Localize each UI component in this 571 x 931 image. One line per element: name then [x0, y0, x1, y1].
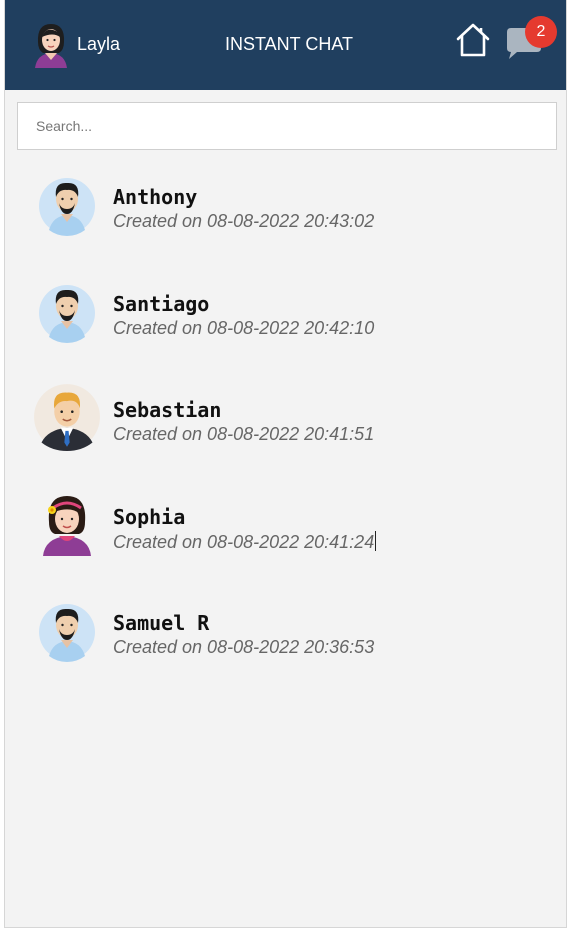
user-name: Layla	[77, 34, 121, 54]
chat-contact-name: Sebastian	[113, 398, 222, 422]
chat-created-time: Created on 08-08-2022 20:43:02	[113, 211, 375, 231]
chat-contact-name: Anthony	[113, 185, 198, 209]
woman-flower-icon	[43, 495, 91, 556]
search-input[interactable]	[17, 102, 557, 150]
chat-created-time: Created on 08-08-2022 20:36:53	[113, 637, 375, 657]
chat-list-item[interactable]: Sebastian Created on 08-08-2022 20:41:51	[5, 379, 566, 486]
chat-created-time: Created on 08-08-2022 20:41:51	[113, 424, 375, 444]
chat-created-time-text: Created on 08-08-2022 20:41:24	[113, 531, 375, 552]
chat-contact-name: Samuel R	[113, 611, 210, 635]
chat-list-item[interactable]: Santiago Created on 08-08-2022 20:42:10	[5, 273, 566, 380]
app-header: Layla INSTANT CHAT 2	[5, 0, 566, 90]
man-blond-suit-icon	[34, 384, 100, 451]
chat-contact-name: Santiago	[113, 291, 210, 316]
text-cursor	[375, 530, 377, 551]
app-window: Layla INSTANT CHAT 2 Anthony	[4, 0, 567, 928]
chat-contact-name: Sophia	[113, 504, 186, 529]
chat-list-item[interactable]: Samuel R Created on 08-08-2022 20:36:53	[5, 592, 566, 699]
chat-list: Anthony Created on 08-08-2022 20:43:02 S…	[5, 166, 566, 699]
man-beard-icon	[39, 178, 95, 236]
man-beard-icon	[39, 284, 95, 343]
home-icon[interactable]	[455, 22, 491, 58]
chat-list-item[interactable]: Sophia Created on 08-08-2022 20:41:24	[5, 486, 566, 593]
chat-created-time: Created on 08-08-2022 20:42:10	[113, 317, 375, 338]
user-avatar-icon[interactable]	[29, 20, 73, 68]
chat-created-time: Created on 08-08-2022 20:41:24	[113, 530, 377, 553]
chat-list-item[interactable]: Anthony Created on 08-08-2022 20:43:02	[5, 166, 566, 273]
unread-count-badge: 2	[525, 16, 557, 48]
app-title: INSTANT CHAT	[225, 34, 354, 54]
man-beard-icon	[39, 604, 95, 662]
